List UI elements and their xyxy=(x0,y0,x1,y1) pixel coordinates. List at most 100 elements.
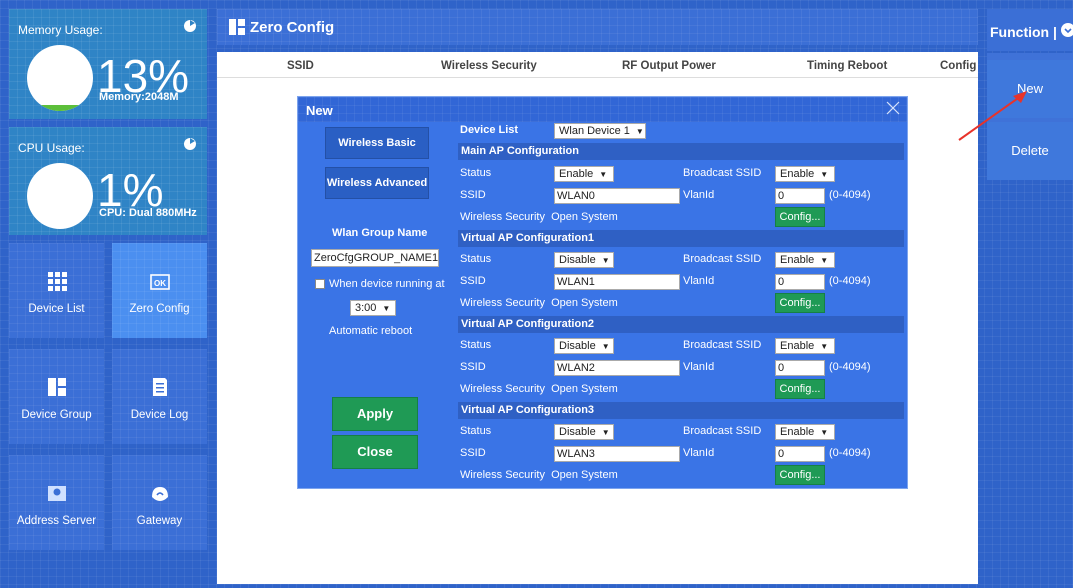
wireless-basic-tab[interactable]: Wireless Basic xyxy=(325,127,429,159)
broadcast-ssid-label: Broadcast SSID xyxy=(683,253,762,265)
broadcast-ssid-label: Broadcast SSID xyxy=(683,339,762,351)
ssid-label: SSID xyxy=(460,275,486,287)
wireless-security-label: Wireless Security Open System xyxy=(460,211,618,223)
status-value: Disable xyxy=(559,254,596,266)
chevron-down-icon[interactable] xyxy=(1061,23,1073,37)
ssid-input[interactable]: WLAN3 xyxy=(554,446,680,462)
nav-gateway-label: Gateway xyxy=(136,515,183,527)
device-list-label: Device List xyxy=(460,124,519,136)
broadcast-ssid-select[interactable]: Enable ▼ xyxy=(775,338,835,354)
cpu-usage-title: CPU Usage: xyxy=(18,141,85,155)
memory-usage-card: Memory Usage: 13% Memory:2048M xyxy=(9,9,207,119)
vlanid-input[interactable]: 0 xyxy=(775,274,825,290)
apply-button[interactable]: Apply xyxy=(332,397,418,431)
ssid-input[interactable]: WLAN0 xyxy=(554,188,680,204)
refresh-icon[interactable] xyxy=(183,19,197,33)
section-header: Virtual AP Configuration2 xyxy=(458,316,904,333)
vlanid-input[interactable]: 0 xyxy=(775,188,825,204)
select-caret-icon: ▼ xyxy=(601,256,610,265)
grid-icon xyxy=(48,272,67,291)
status-select[interactable]: Disable ▼ xyxy=(554,252,614,268)
select-caret-icon: ▼ xyxy=(820,342,829,351)
vlanid-label: VlanId xyxy=(683,189,715,201)
svg-text:OK: OK xyxy=(154,279,166,288)
wireless-security-label: Wireless Security Open System xyxy=(460,297,618,309)
ssid-label: SSID xyxy=(460,447,486,459)
annotation-arrow xyxy=(958,91,1027,141)
gateway-icon xyxy=(152,487,168,501)
column-header-config: Config xyxy=(940,60,977,72)
broadcast-ssid-value: Enable xyxy=(780,168,815,180)
reboot-time-select[interactable]: 3:00 ▼ xyxy=(350,300,396,316)
ssid-input[interactable]: WLAN1 xyxy=(554,274,680,290)
status-select[interactable]: Disable ▼ xyxy=(554,338,614,354)
memory-total: Memory:2048M xyxy=(99,91,179,103)
close-icon[interactable] xyxy=(885,100,901,116)
vlanid-input[interactable]: 0 xyxy=(775,446,825,462)
section-header: Virtual AP Configuration3 xyxy=(458,402,904,419)
column-header-wireless-security: Wireless Security xyxy=(441,60,537,72)
wireless-advanced-tab[interactable]: Wireless Advanced xyxy=(325,167,429,199)
broadcast-ssid-label: Broadcast SSID xyxy=(683,167,762,179)
main-header: Zero Config xyxy=(217,9,978,45)
wlan-group-name-input[interactable]: ZeroCfgGROUP_NAME1 xyxy=(311,249,439,267)
nav-device-group[interactable]: Device Group xyxy=(9,349,104,444)
header-divider xyxy=(217,77,978,78)
close-button[interactable]: Close xyxy=(332,435,418,469)
broadcast-ssid-select[interactable]: Enable ▼ xyxy=(775,166,835,182)
ssid-input[interactable]: WLAN2 xyxy=(554,360,680,376)
select-caret-icon: ▼ xyxy=(599,170,608,179)
vlan-range-hint: (0-4094) xyxy=(829,275,871,287)
broadcast-ssid-select[interactable]: Enable ▼ xyxy=(775,424,835,440)
ok-icon: OK xyxy=(150,274,170,290)
nav-zero-config-label: Zero Config xyxy=(129,303,190,315)
broadcast-ssid-label: Broadcast SSID xyxy=(683,425,762,437)
function-header: Function | xyxy=(987,9,1073,51)
memory-usage-title: Memory Usage: xyxy=(18,23,103,37)
status-label: Status xyxy=(460,253,492,265)
section-header: Main AP Configuration xyxy=(458,143,904,160)
when-running-checkbox[interactable] xyxy=(315,279,325,289)
nav-gateway[interactable]: Gateway xyxy=(112,455,207,550)
broadcast-ssid-select[interactable]: Enable ▼ xyxy=(775,252,835,268)
vlanid-label: VlanId xyxy=(683,361,715,373)
cpu-spec: CPU: Dual 880MHz xyxy=(99,207,197,219)
dialog-header: New xyxy=(298,97,907,122)
status-label: Status xyxy=(460,339,492,351)
refresh-icon[interactable] xyxy=(183,137,197,151)
when-running-label: When device running at xyxy=(329,278,445,290)
automatic-reboot-label: Automatic reboot xyxy=(329,325,413,337)
status-value: Enable xyxy=(559,168,594,180)
vlan-range-hint: (0-4094) xyxy=(829,447,871,459)
nav-zero-config[interactable]: OK Zero Config xyxy=(112,243,207,338)
config-button[interactable]: Config... xyxy=(775,465,825,485)
memory-gauge xyxy=(27,45,93,111)
vlanid-input[interactable]: 0 xyxy=(775,360,825,376)
select-caret-icon: ▼ xyxy=(601,342,610,351)
status-select[interactable]: Enable ▼ xyxy=(554,166,614,182)
config-button[interactable]: Config... xyxy=(775,379,825,399)
document-icon xyxy=(153,378,167,396)
cpu-usage-card: CPU Usage: 1% CPU: Dual 880MHz xyxy=(9,127,207,235)
status-label: Status xyxy=(460,425,492,437)
select-caret-icon: ▼ xyxy=(820,170,829,179)
select-caret-icon: ▼ xyxy=(601,428,610,437)
ssid-label: SSID xyxy=(460,189,486,201)
nav-address-server[interactable]: Address Server xyxy=(9,455,104,550)
zero-config-icon xyxy=(229,19,245,35)
function-title: Function | xyxy=(990,24,1057,40)
config-button[interactable]: Config... xyxy=(775,293,825,313)
config-button[interactable]: Config... xyxy=(775,207,825,227)
select-caret-icon: ▼ xyxy=(635,127,644,136)
device-list-select[interactable]: Wlan Device 1 ▼ xyxy=(554,123,646,139)
nav-device-list-label: Device List xyxy=(28,303,85,315)
page-title: Zero Config xyxy=(250,19,335,36)
ssid-label: SSID xyxy=(460,361,486,373)
cpu-gauge xyxy=(27,163,93,229)
column-header-rf-output-power: RF Output Power xyxy=(622,60,716,72)
select-caret-icon: ▼ xyxy=(382,304,391,313)
nav-device-list[interactable]: Device List xyxy=(9,243,104,338)
status-select[interactable]: Disable ▼ xyxy=(554,424,614,440)
nav-address-server-label: Address Server xyxy=(16,515,97,527)
nav-device-log[interactable]: Device Log xyxy=(112,349,207,444)
